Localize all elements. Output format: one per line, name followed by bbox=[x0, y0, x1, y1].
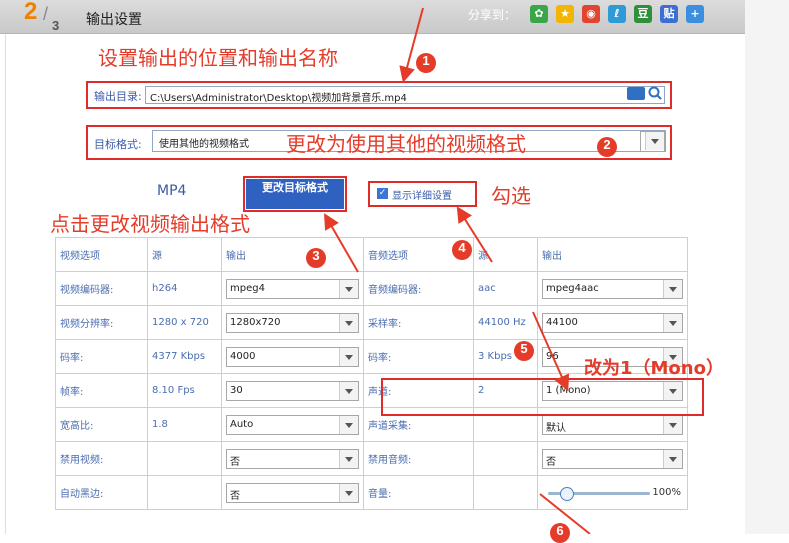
arrow-3 bbox=[324, 213, 359, 273]
arrow-1 bbox=[399, 7, 424, 83]
arrow-4 bbox=[456, 206, 493, 263]
annotation-arrows bbox=[324, 7, 591, 534]
arrow-6 bbox=[539, 493, 591, 534]
arrow-5 bbox=[532, 311, 570, 392]
